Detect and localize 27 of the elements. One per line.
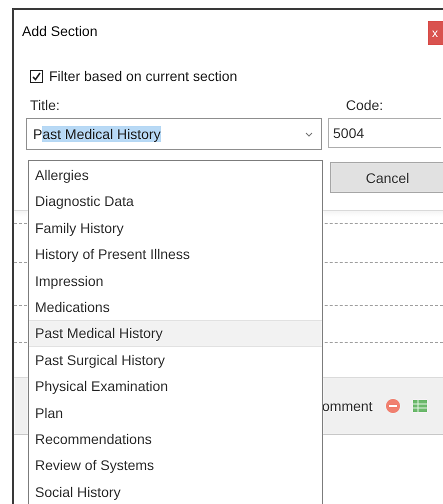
dropdown-item[interactable]: History of Present Illness (29, 241, 322, 268)
dropdown-item[interactable]: Impression (29, 268, 322, 294)
cancel-button[interactable]: Cancel (330, 162, 443, 193)
dropdown-item[interactable]: Recommendations (29, 426, 322, 452)
title-label: Title: (30, 97, 60, 113)
grid-icon[interactable] (412, 398, 427, 414)
minus-circle-icon[interactable] (384, 398, 401, 414)
dropdown-item[interactable]: Past Medical History (29, 320, 322, 347)
dropdown-item[interactable]: Family History (29, 214, 322, 242)
checkbox-label: Filter based on current section (49, 68, 238, 84)
dropdown-item[interactable]: Plan (29, 400, 322, 426)
code-label: Code: (346, 97, 384, 113)
combo-value: Past Medical History (33, 126, 161, 142)
dropdown-item[interactable]: Physical Examination (29, 373, 322, 400)
dropdown-item[interactable]: Medications (29, 294, 322, 320)
dropdown-item[interactable]: Social History (29, 478, 322, 504)
title-combo-box[interactable]: Past Medical History (26, 118, 322, 150)
close-button[interactable]: x (428, 21, 443, 45)
toolbar-text: omment (322, 398, 373, 414)
dropdown-item[interactable]: Allergies (29, 162, 322, 188)
dropdown-item[interactable]: Diagnostic Data (29, 188, 322, 215)
chevron-down-icon (305, 132, 313, 136)
dropdown-item[interactable]: Past Surgical History (29, 346, 322, 374)
dropdown-item[interactable]: Review of Systems (29, 452, 322, 479)
code-field[interactable]: 5004 (328, 118, 441, 148)
filter-checkbox[interactable] (30, 70, 43, 82)
window-title: Add Section (22, 23, 98, 39)
